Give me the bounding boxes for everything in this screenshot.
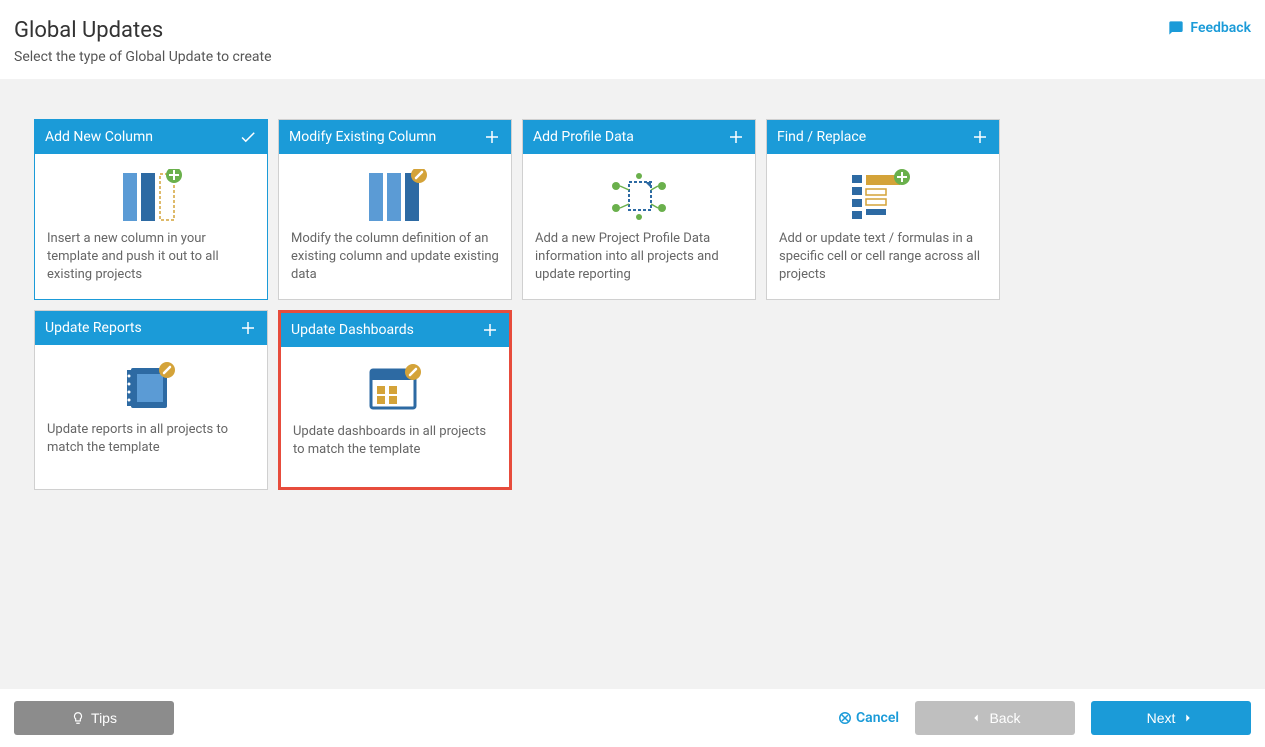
card-title: Add New Column: [45, 129, 153, 145]
comment-icon: [1168, 20, 1184, 36]
card-title: Add Profile Data: [533, 129, 634, 145]
tips-button[interactable]: Tips: [14, 701, 174, 735]
plus-icon: [481, 321, 499, 339]
update-dashboards-icon: [293, 357, 497, 423]
tips-label: Tips: [91, 710, 117, 726]
chevron-right-icon: [1181, 711, 1195, 725]
card-desc: Add or update text / formulas in a speci…: [779, 230, 987, 285]
card-title: Update Reports: [45, 320, 142, 336]
feedback-link[interactable]: Feedback: [1168, 20, 1251, 36]
chevron-left-icon: [969, 711, 983, 725]
update-reports-icon: [47, 355, 255, 421]
plus-icon: [971, 128, 989, 146]
cancel-button[interactable]: Cancel: [838, 710, 899, 726]
page-subtitle: Select the type of Global Update to crea…: [14, 49, 272, 65]
card-add-new-column[interactable]: Add New Column Insert a new column in yo…: [34, 119, 268, 300]
profile-data-icon: [535, 164, 743, 230]
cancel-label: Cancel: [856, 710, 899, 726]
card-update-dashboards[interactable]: Update Dashboards Update: [278, 310, 512, 490]
card-desc: Update reports in all projects to match …: [47, 421, 255, 457]
card-update-reports[interactable]: Update Reports: [34, 310, 268, 490]
check-icon: [239, 128, 257, 146]
find-replace-icon: [779, 164, 987, 230]
plus-icon: [727, 128, 745, 146]
card-desc: Insert a new column in your template and…: [47, 230, 255, 285]
back-label: Back: [989, 710, 1020, 726]
card-title: Modify Existing Column: [289, 129, 436, 145]
cancel-icon: [838, 711, 852, 725]
card-title: Find / Replace: [777, 129, 866, 145]
card-desc: Add a new Project Profile Data informati…: [535, 230, 743, 285]
next-button[interactable]: Next: [1091, 701, 1251, 735]
card-title: Update Dashboards: [291, 322, 414, 338]
plus-icon: [483, 128, 501, 146]
card-desc: Update dashboards in all projects to mat…: [293, 423, 497, 459]
content-area: Add New Column Insert a new column in yo…: [0, 79, 1265, 689]
add-column-icon: [47, 164, 255, 230]
plus-icon: [239, 319, 257, 337]
card-desc: Modify the column definition of an exist…: [291, 230, 499, 285]
card-modify-existing-column[interactable]: Modify Existing Column Modify the column…: [278, 119, 512, 300]
card-add-profile-data[interactable]: Add Profile Data: [522, 119, 756, 300]
next-label: Next: [1147, 710, 1176, 726]
card-find-replace[interactable]: Find / Replace: [766, 119, 1000, 300]
page-title: Global Updates: [14, 18, 272, 43]
lightbulb-icon: [71, 711, 85, 725]
modify-column-icon: [291, 164, 499, 230]
back-button[interactable]: Back: [915, 701, 1075, 735]
feedback-label: Feedback: [1190, 20, 1251, 36]
